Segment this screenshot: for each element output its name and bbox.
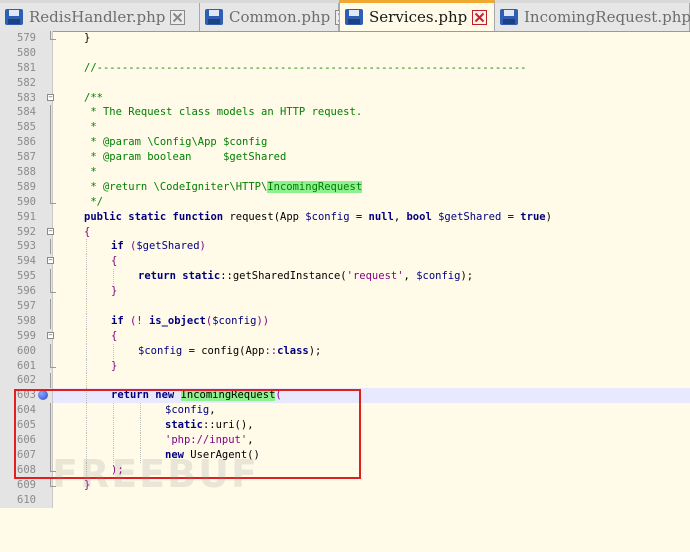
line-number: 582 <box>0 75 38 91</box>
line-number: 591 <box>0 209 38 225</box>
line-number: 583 <box>0 90 38 106</box>
close-tab-icon[interactable] <box>170 9 186 25</box>
tab-label: Services.php <box>369 8 468 26</box>
search-highlight: IncomingRequest <box>180 389 276 402</box>
line-number: 589 <box>0 179 38 195</box>
line-number: 601 <box>0 358 38 374</box>
line-number: 595 <box>0 269 38 285</box>
line-number: 603 <box>0 388 38 404</box>
code-line[interactable]: 601 } <box>0 358 690 374</box>
line-number: 604 <box>0 403 38 419</box>
line-number: 606 <box>0 433 38 448</box>
line-number: 579 <box>0 31 38 46</box>
code-line[interactable]: 596 } <box>0 284 690 300</box>
code-line[interactable]: 592 − { <box>0 224 690 240</box>
line-number: 605 <box>0 418 38 434</box>
line-number: 580 <box>0 45 38 61</box>
line-number: 585 <box>0 120 38 136</box>
code-line[interactable]: 605 static::uri(), <box>0 418 690 434</box>
code-line[interactable]: 586 * @param \Config\App $config <box>0 135 690 151</box>
search-highlight: IncomingRequest <box>267 180 363 193</box>
line-number: 602 <box>0 373 38 389</box>
code-line[interactable]: 599 − { <box>0 328 690 344</box>
line-number: 597 <box>0 299 38 314</box>
save-file-icon <box>499 8 519 26</box>
save-file-icon <box>204 8 224 26</box>
code-line[interactable]: 582 <box>0 75 690 91</box>
code-line[interactable]: 590 */ <box>0 194 690 210</box>
tab-label: Common.php <box>229 8 331 26</box>
tab-label: RedisHandler.php <box>29 8 166 26</box>
code-line[interactable]: 580 <box>0 45 690 61</box>
tab-common[interactable]: Common.php <box>200 3 351 31</box>
code-line[interactable]: 597 <box>0 299 690 314</box>
code-line[interactable]: 583 − /** <box>0 90 690 106</box>
code-line[interactable]: 584 * The Request class models an HTTP r… <box>0 105 690 121</box>
code-line[interactable]: 598 if (! is_object($config)) <box>0 313 690 329</box>
code-line[interactable]: 581 //----------------------------------… <box>0 60 690 76</box>
save-file-icon <box>4 8 24 26</box>
save-file-icon <box>344 8 364 26</box>
watermark: FREEBUF <box>52 452 259 496</box>
line-number: 581 <box>0 60 38 76</box>
line-number: 593 <box>0 239 38 255</box>
code-line[interactable]: 585 * <box>0 120 690 136</box>
code-line[interactable]: 589 * @return \CodeIgniter\HTTP\Incoming… <box>0 179 690 195</box>
fold-toggle-icon[interactable]: − <box>47 331 54 339</box>
line-number: 586 <box>0 135 38 151</box>
line-number: 592 <box>0 224 38 240</box>
line-number: 609 <box>0 477 38 493</box>
line-number: 596 <box>0 284 38 300</box>
line-number: 607 <box>0 447 38 463</box>
fold-end-marker <box>50 31 56 40</box>
line-number: 608 <box>0 462 38 478</box>
tab-label: IncomingRequest.php <box>524 8 690 26</box>
code-line[interactable]: 595 return static::getSharedInstance('re… <box>0 269 690 285</box>
line-number: 600 <box>0 343 38 359</box>
fold-toggle-icon[interactable]: − <box>47 93 54 101</box>
line-number: 588 <box>0 165 38 180</box>
line-number: 584 <box>0 105 38 121</box>
line-number: 590 <box>0 194 38 210</box>
tab-incomingrequest[interactable]: IncomingRequest.php <box>495 3 690 31</box>
fold-toggle-icon[interactable]: − <box>47 227 54 235</box>
code-line[interactable]: 588 * <box>0 165 690 180</box>
code-line[interactable]: 579 } <box>0 31 690 46</box>
code-line[interactable]: 606 'php://input', <box>0 433 690 448</box>
close-tab-icon[interactable] <box>472 9 488 25</box>
code-editor[interactable]: 579 } 580 581 //------------------------… <box>0 31 690 508</box>
code-line[interactable]: 602 <box>0 373 690 389</box>
code-line[interactable]: 594 − { <box>0 254 690 270</box>
code-line[interactable]: 604 $config, <box>0 403 690 419</box>
line-number: 599 <box>0 328 38 344</box>
tab-redishandler[interactable]: RedisHandler.php <box>0 3 200 31</box>
code-line[interactable]: 587 * @param boolean $getShared <box>0 150 690 166</box>
code-line-current[interactable]: 603 return new IncomingRequest( <box>0 388 690 404</box>
file-tab-bar: RedisHandler.php Common.php Services.php… <box>0 0 690 32</box>
fold-toggle-icon[interactable]: − <box>47 257 54 265</box>
line-number: 610 <box>0 492 38 508</box>
line-number: 594 <box>0 254 38 270</box>
tab-services[interactable]: Services.php <box>339 0 495 31</box>
line-number: 587 <box>0 150 38 166</box>
code-line[interactable]: 600 $config = config(App::class); <box>0 343 690 359</box>
code-line[interactable]: 593 if ($getShared) <box>0 239 690 255</box>
code-line[interactable]: 591 public static function request(App $… <box>0 209 690 225</box>
line-number: 598 <box>0 313 38 329</box>
